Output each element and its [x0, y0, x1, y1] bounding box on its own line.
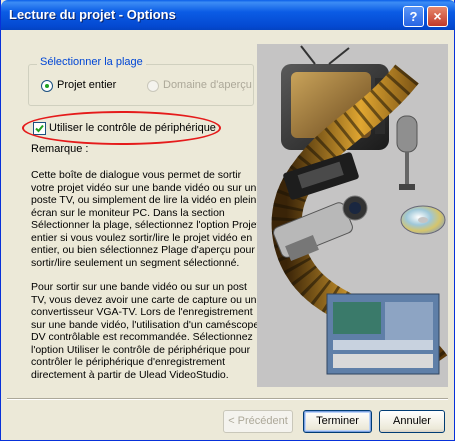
disc-icon	[400, 205, 446, 235]
remark-paragraph-2: Pour sortir sur une bande vidéo ou sur u…	[31, 281, 260, 381]
radio-whole-project-label[interactable]: Projet entier	[57, 79, 116, 91]
illustration-panel	[257, 44, 448, 387]
cancel-button[interactable]: Annuler	[379, 410, 445, 433]
help-button[interactable]: ?	[403, 6, 424, 27]
checkmark-icon	[35, 124, 44, 133]
close-button[interactable]: ×	[427, 6, 448, 27]
window-title: Lecture du projet - Options	[9, 7, 176, 22]
remark-paragraph-1: Cette boîte de dialogue vous permet de s…	[31, 169, 260, 269]
finish-button[interactable]: Terminer	[303, 410, 372, 433]
range-group-legend: Sélectionner la plage	[37, 56, 146, 68]
title-bar[interactable]: Lecture du projet - Options ? ×	[1, 0, 455, 30]
device-control-label[interactable]: Utiliser le contrôle de périphérique	[49, 122, 216, 134]
device-control-checkbox[interactable]	[33, 122, 46, 135]
radio-preview-range	[147, 80, 159, 92]
microphone-icon	[396, 115, 418, 190]
app-window-icon	[326, 293, 440, 375]
previous-button: < Précédent	[223, 410, 293, 433]
remark-title: Remarque :	[31, 143, 89, 155]
radio-preview-range-label: Domaine d'aperçu	[163, 79, 252, 91]
separator-line	[7, 398, 448, 400]
options-dialog: Lecture du projet - Options ? × Sélectio…	[0, 0, 455, 441]
radio-whole-project[interactable]	[41, 80, 53, 92]
video-equipment-illustration	[271, 45, 448, 375]
